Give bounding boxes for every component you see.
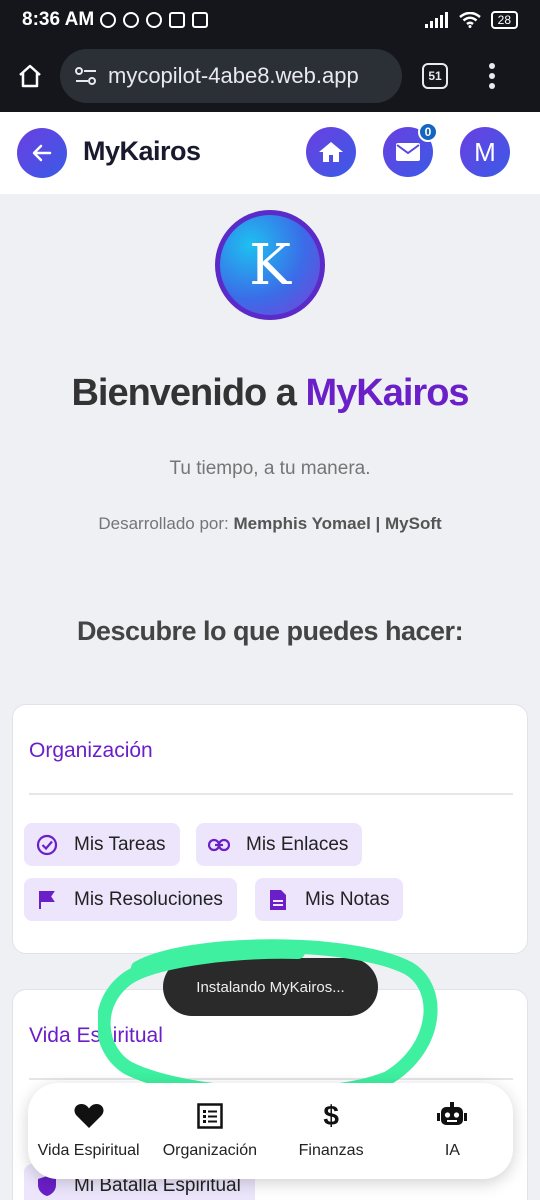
organization-card: Organización Mis Tareas Mis Enlaces Mis … xyxy=(12,704,528,954)
app-title: MyKairos xyxy=(83,136,201,166)
site-settings-icon[interactable] xyxy=(74,66,98,86)
welcome-brand: MyKairos xyxy=(305,372,470,414)
flag-icon xyxy=(36,889,58,911)
card-title: Vida Espiritual xyxy=(29,1024,163,1047)
note-icon xyxy=(267,889,289,911)
home-outline-icon xyxy=(19,64,41,88)
browser-menu-button[interactable] xyxy=(488,63,496,89)
mute-icon xyxy=(100,12,117,28)
url-text: mycopilot-4abe8.web.app xyxy=(108,63,359,88)
back-button[interactable] xyxy=(17,128,67,178)
nav-ai[interactable]: IA xyxy=(392,1083,513,1179)
app-header: MyKairos M xyxy=(0,112,540,194)
my-resolutions-chip[interactable]: Mis Resoluciones xyxy=(24,878,237,921)
chip-label: Mis Resoluciones xyxy=(74,888,223,910)
card-title: Organización xyxy=(29,739,153,762)
install-toast: Instalando MyKairos... xyxy=(163,958,378,1016)
app-logo: K xyxy=(215,210,325,320)
arrow-left-icon xyxy=(32,144,52,162)
battery-indicator: 28 xyxy=(490,11,518,29)
nav-label: Finanzas xyxy=(298,1142,364,1159)
status-time: 8:36 AM xyxy=(22,9,95,30)
heart-icon xyxy=(74,1102,104,1130)
nav-organization[interactable]: Organización xyxy=(149,1083,270,1179)
chip-label: Mis Enlaces xyxy=(246,833,349,855)
browser-home-button[interactable] xyxy=(0,40,60,112)
list-icon xyxy=(197,1102,223,1130)
address-bar[interactable]: mycopilot-4abe8.web.app xyxy=(60,49,402,103)
nav-label: IA xyxy=(444,1142,460,1159)
home-button[interactable] xyxy=(306,127,356,177)
divider xyxy=(29,1078,513,1080)
dev-name: Memphis Yomael | MySoft xyxy=(233,514,442,533)
alarm-icon xyxy=(123,12,140,28)
signal-icon xyxy=(424,12,448,28)
my-links-chip[interactable]: Mis Enlaces xyxy=(196,823,363,866)
browser-toolbar: mycopilot-4abe8.web.app 51 xyxy=(0,40,540,112)
my-tasks-chip[interactable]: Mis Tareas xyxy=(24,823,180,866)
tab-switcher-button[interactable]: 51 xyxy=(422,63,448,89)
section-title: Descubre lo que puedes hacer: xyxy=(76,616,464,646)
divider xyxy=(29,793,513,795)
wifi-icon xyxy=(458,12,481,28)
notification-icons xyxy=(100,12,209,28)
bottom-navigation: Vida Espiritual Organización $ Finanzas … xyxy=(28,1083,513,1179)
trash-icon xyxy=(169,12,186,28)
check-circle-icon xyxy=(36,834,58,856)
robot-icon xyxy=(437,1102,468,1130)
welcome-heading: Bienvenido a MyKairos xyxy=(0,372,540,415)
developer-credit: Desarrollado por: Memphis Yomael | MySof… xyxy=(0,514,540,534)
nav-label: Organización xyxy=(162,1142,258,1159)
logo-letter: K xyxy=(220,215,320,315)
nav-spiritual-life[interactable]: Vida Espiritual xyxy=(28,1083,149,1179)
mail-badge: 0 xyxy=(418,122,438,142)
nav-finances[interactable]: $ Finanzas xyxy=(271,1083,392,1179)
status-bar: 8:36 AM 28 xyxy=(0,0,540,40)
link-icon xyxy=(208,834,230,856)
home-icon xyxy=(319,142,343,162)
chip-label: Mis Notas xyxy=(305,888,390,910)
my-notes-chip[interactable]: Mis Notas xyxy=(255,878,404,921)
mail-icon xyxy=(396,143,420,161)
nav-label: Vida Espiritual xyxy=(37,1142,140,1159)
tagline: Tu tiempo, a tu manera. xyxy=(169,458,371,479)
welcome-prefix: Bienvenido a xyxy=(71,372,306,414)
chip-label: Mis Tareas xyxy=(74,833,166,855)
dollar-icon: $ xyxy=(323,1100,339,1131)
chrome-icon xyxy=(146,12,163,28)
instagram-icon xyxy=(192,12,209,28)
dev-label: Desarrollado por: xyxy=(98,514,229,533)
user-avatar[interactable]: M xyxy=(460,127,510,177)
